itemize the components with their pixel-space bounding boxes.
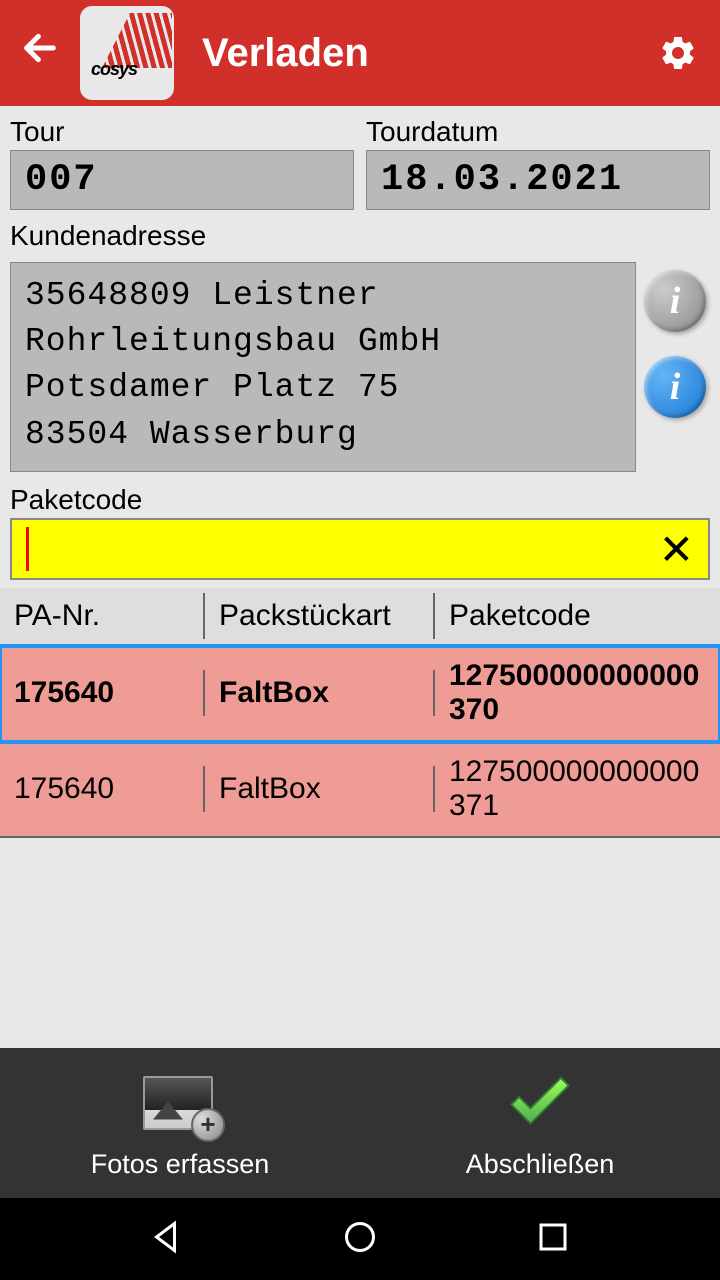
settings-gear-icon[interactable] — [656, 31, 700, 75]
info-gray-icon[interactable]: i — [644, 270, 706, 332]
nav-home-icon[interactable] — [342, 1219, 378, 1260]
app-logo: cosys — [80, 6, 174, 100]
col-paketcode: Paketcode — [435, 593, 720, 639]
clear-input-icon[interactable]: ✕ — [659, 525, 694, 574]
fotos-erfassen-button[interactable]: + Fotos erfassen — [0, 1067, 360, 1180]
paketcode-input[interactable]: ✕ — [10, 518, 710, 580]
cell-pa-nr: 175640 — [0, 670, 205, 716]
packages-table: PA-Nr. Packstückart Paketcode 175640 Fal… — [0, 588, 720, 838]
content-area: Tour 007 Tourdatum 18.03.2021 Kundenadre… — [0, 106, 720, 1048]
kundenadresse-field[interactable]: 35648809 Leistner Rohrleitungsbau GmbH P… — [10, 262, 636, 472]
nav-back-icon[interactable] — [149, 1219, 185, 1260]
tourdatum-label: Tourdatum — [366, 116, 710, 148]
page-title: Verladen — [202, 31, 644, 76]
info-blue-icon[interactable]: i — [644, 356, 706, 418]
tour-label: Tour — [10, 116, 354, 148]
col-packstueckart: Packstückart — [205, 593, 435, 639]
bottom-toolbar: + Fotos erfassen Abschließen — [0, 1048, 720, 1198]
paketcode-label: Paketcode — [10, 484, 710, 516]
table-row[interactable]: 175640 FaltBox 127500000000000370 — [0, 646, 720, 742]
tour-field[interactable]: 007 — [10, 150, 354, 210]
header-bar: cosys Verladen — [0, 0, 720, 106]
table-header: PA-Nr. Packstückart Paketcode — [0, 588, 720, 646]
cell-pa-nr: 175640 — [0, 766, 205, 812]
kundenadresse-label: Kundenadresse — [10, 220, 710, 252]
abschliessen-button[interactable]: Abschließen — [360, 1067, 720, 1180]
cell-packstueckart: FaltBox — [205, 766, 435, 812]
col-pa-nr: PA-Nr. — [0, 593, 205, 639]
cell-paketcode: 127500000000000370 — [435, 653, 720, 733]
cell-packstueckart: FaltBox — [205, 670, 435, 716]
table-row[interactable]: 175640 FaltBox 127500000000000371 — [0, 742, 720, 838]
back-arrow-icon[interactable] — [20, 28, 60, 79]
text-cursor — [26, 527, 29, 571]
tourdatum-field[interactable]: 18.03.2021 — [366, 150, 710, 210]
android-navbar — [0, 1198, 720, 1280]
fotos-label: Fotos erfassen — [91, 1149, 270, 1180]
logo-text: cosys — [91, 59, 137, 80]
abschliessen-label: Abschließen — [466, 1149, 615, 1180]
cell-paketcode: 127500000000000371 — [435, 749, 720, 829]
nav-recent-icon[interactable] — [535, 1219, 571, 1260]
checkmark-icon — [502, 1067, 578, 1143]
add-photo-icon: + — [143, 1076, 217, 1134]
